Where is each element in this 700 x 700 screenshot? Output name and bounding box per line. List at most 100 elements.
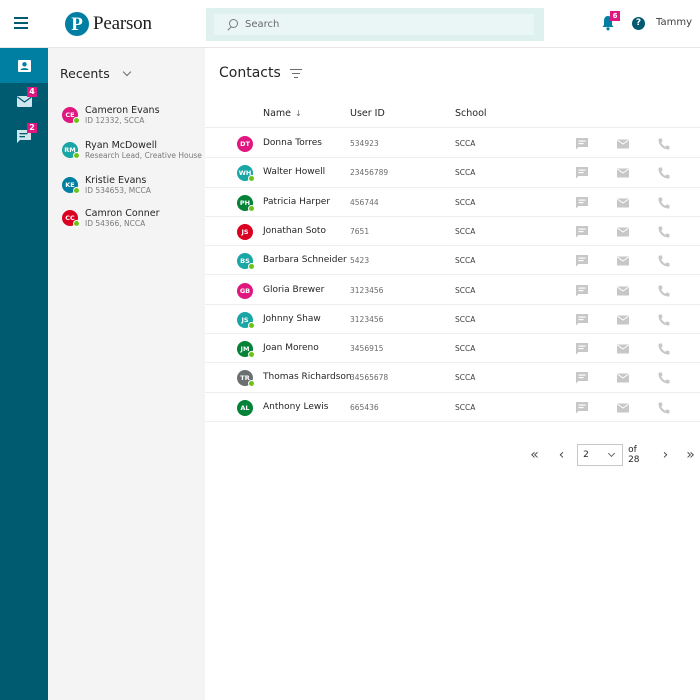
table-row[interactable]: TR Thomas Richardson 34565678 SCCA [205, 363, 700, 393]
phone-icon[interactable] [657, 312, 671, 326]
hamburger-menu-icon[interactable] [14, 17, 28, 29]
chat-icon[interactable] [575, 370, 589, 384]
column-header-name[interactable]: Name ↓ [263, 108, 302, 119]
rail-item-messages[interactable]: 2 [0, 119, 48, 155]
last-page-button[interactable]: » [681, 444, 700, 466]
table-row[interactable]: JS Jonathan Soto 7651 SCCA [205, 217, 700, 247]
mail-icon[interactable] [616, 341, 630, 355]
sort-down-icon: ↓ [295, 109, 302, 118]
table-row[interactable]: JM Joan Moreno 3456915 SCCA [205, 334, 700, 364]
contact-name[interactable]: Anthony Lewis [263, 402, 328, 412]
notifications-badge: 6 [610, 11, 620, 21]
chat-icon[interactable] [575, 400, 589, 414]
contact-name[interactable]: Joan Moreno [263, 343, 319, 353]
phone-icon[interactable] [657, 253, 671, 267]
recent-contact-item[interactable]: CE Cameron Evans ID 12332, SCCA [62, 100, 202, 130]
column-header-school[interactable]: School [455, 108, 487, 119]
table-row[interactable]: AL Anthony Lewis 665436 SCCA [205, 393, 700, 422]
avatar: DT [237, 136, 253, 152]
mail-icon[interactable] [616, 195, 630, 209]
contact-name[interactable]: Gloria Brewer [263, 285, 324, 295]
mail-icon[interactable] [616, 136, 630, 150]
chat-icon[interactable] [575, 312, 589, 326]
recents-panel: Recents CE Cameron Evans ID 12332, SCCA RM R… [48, 48, 205, 700]
avatar: WH [237, 165, 255, 183]
next-page-button[interactable]: › [656, 444, 675, 466]
phone-icon[interactable] [657, 370, 671, 384]
phone-icon[interactable] [657, 195, 671, 209]
recent-contact-detail: ID 54366, NCCA [85, 218, 146, 228]
avatar: BS [237, 253, 255, 271]
chat-icon[interactable] [575, 253, 589, 267]
mail-icon[interactable] [616, 312, 630, 326]
avatar: GB [237, 282, 253, 299]
contacts-main: Contacts Name ↓ User ID School DT Donna To… [205, 48, 700, 700]
contact-name[interactable]: Patricia Harper [263, 197, 330, 207]
avatar-initials: JS [241, 315, 249, 324]
user-menu[interactable]: Tammy [656, 17, 692, 28]
contact-card-icon [17, 59, 31, 72]
recent-contact-item[interactable]: KE Kristie Evans ID 534653, MCCA [62, 170, 202, 200]
chat-icon[interactable] [575, 283, 589, 297]
recent-contact-name: Ryan McDowell [85, 139, 158, 151]
rail-item-contacts[interactable] [0, 48, 48, 83]
mail-icon[interactable] [616, 283, 630, 297]
filter-icon[interactable] [290, 69, 302, 79]
rail-item-mail[interactable]: 4 [0, 83, 48, 119]
chat-icon[interactable] [575, 136, 589, 150]
contact-name[interactable]: Thomas Richardson [263, 372, 352, 382]
recent-contact-name: Cameron Evans [85, 104, 160, 116]
online-status-icon [248, 351, 255, 359]
contact-user-id: 3123456 [350, 314, 384, 324]
phone-icon[interactable] [657, 224, 671, 238]
recents-dropdown[interactable]: Recents [60, 66, 131, 81]
phone-icon[interactable] [657, 165, 671, 179]
mail-icon[interactable] [616, 370, 630, 384]
table-row[interactable]: WH Walter Howell 23456789 SCCA [205, 158, 700, 188]
page-title: Contacts [219, 65, 281, 81]
online-status-icon [248, 321, 255, 329]
table-row[interactable]: JS Johnny Shaw 3123456 SCCA [205, 305, 700, 335]
mail-icon[interactable] [616, 224, 630, 238]
table-row[interactable]: GB Gloria Brewer 3123456 SCCA [205, 276, 700, 305]
first-page-button[interactable]: « [525, 444, 544, 466]
phone-icon[interactable] [657, 283, 671, 297]
search-box[interactable] [214, 14, 534, 35]
pearson-logo[interactable]: P Pearson [65, 12, 152, 36]
contact-name[interactable]: Barbara Schneider [263, 255, 347, 265]
phone-icon[interactable] [657, 341, 671, 355]
chat-icon[interactable] [575, 195, 589, 209]
prev-page-button[interactable]: ‹ [552, 444, 571, 466]
contact-name[interactable]: Johnny Shaw [263, 314, 321, 324]
chat-icon[interactable] [575, 341, 589, 355]
table-row[interactable]: BS Barbara Schneider 5423 SCCA [205, 246, 700, 276]
chat-icon[interactable] [575, 224, 589, 238]
phone-icon[interactable] [657, 136, 671, 150]
contact-user-id: 665436 [350, 402, 379, 412]
online-status-icon [73, 117, 80, 124]
chat-icon[interactable] [575, 165, 589, 179]
contact-user-id: 534923 [350, 139, 379, 148]
avatar: TR [237, 370, 255, 388]
phone-icon[interactable] [657, 400, 671, 414]
recent-contact-item[interactable]: CC Camron Conner ID 54366, NCCA [62, 203, 202, 233]
recent-contact-item[interactable]: RM Ryan McDowell Research Lead, Creative H… [62, 135, 202, 165]
table-row[interactable]: PH Patricia Harper 456744 SCCA [205, 188, 700, 217]
mail-badge: 4 [27, 87, 37, 97]
contact-name[interactable]: Jonathan Soto [263, 226, 326, 236]
contact-name[interactable]: Donna Torres [263, 138, 322, 148]
online-status-icon [73, 152, 80, 159]
column-header-user-id[interactable]: User ID [350, 108, 385, 119]
help-icon[interactable]: ? [632, 17, 645, 30]
table-row[interactable]: DT Donna Torres 534923 SCCA [205, 129, 700, 159]
recent-contact-text: Kristie Evans ID 534653, MCCA [85, 175, 151, 196]
mail-icon[interactable] [616, 253, 630, 267]
contact-name[interactable]: Walter Howell [263, 167, 325, 177]
mail-icon[interactable] [616, 400, 630, 414]
mail-icon[interactable] [616, 165, 630, 179]
contact-user-id: 23456789 [350, 168, 389, 178]
page-select[interactable]: 2 [577, 444, 624, 466]
search-input[interactable] [245, 19, 525, 30]
avatar: RM [62, 142, 80, 159]
notifications-button[interactable]: 6 [601, 11, 620, 31]
